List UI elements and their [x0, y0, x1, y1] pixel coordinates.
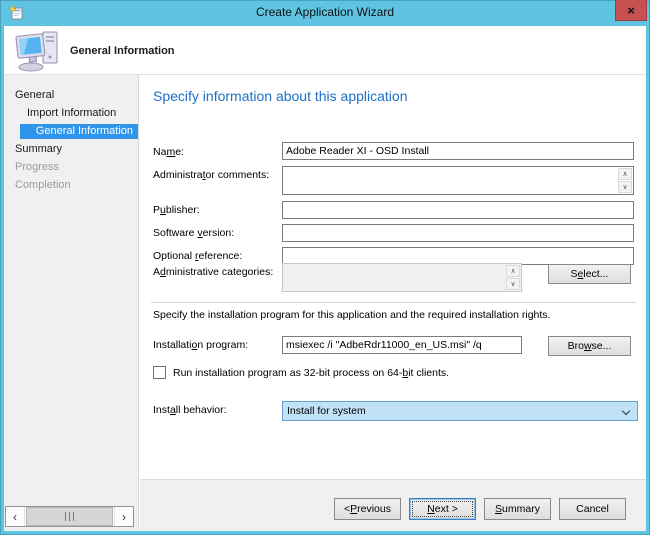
summary-button[interactable]: Summary	[484, 498, 551, 520]
publisher-label: Publisher:	[153, 204, 200, 216]
wizard-content: Specify information about this applicati…	[140, 75, 646, 479]
scroll-down-icon[interactable]: ∨	[618, 181, 632, 193]
scrollbar-grip-icon	[65, 512, 75, 521]
installation-section-text: Specify the installation program for thi…	[153, 309, 550, 321]
cancel-button[interactable]: Cancel	[559, 498, 626, 520]
browse-button[interactable]: Browse...	[548, 336, 631, 356]
install-behavior-value: Install for system	[287, 405, 366, 417]
wizard-steps-sidebar: General Import Information General Infor…	[4, 75, 139, 531]
software-version-input[interactable]	[282, 224, 634, 242]
sidebar-item-general-information[interactable]: General Information	[20, 124, 138, 139]
wizard-client-area: General Information General Import Infor…	[4, 26, 646, 531]
scroll-up-icon[interactable]: ∧	[506, 265, 520, 277]
close-button[interactable]: ×	[615, 0, 647, 21]
wizard-footer: < Previous Next > Summary Cancel	[140, 479, 646, 531]
name-input[interactable]	[282, 142, 634, 160]
sidebar-item-completion: Completion	[4, 178, 138, 193]
sidebar-horizontal-scrollbar[interactable]: ‹ ›	[5, 506, 134, 527]
scroll-left-icon[interactable]: ‹	[6, 507, 25, 526]
install-behavior-label: Install behavior:	[153, 404, 227, 416]
administrative-categories-textarea: ∧ ∨	[282, 263, 522, 292]
wizard-header: General Information	[4, 26, 646, 75]
scrollbar-thumb[interactable]	[26, 507, 113, 526]
scroll-up-icon[interactable]: ∧	[618, 168, 632, 180]
run-32bit-checkbox[interactable]	[153, 366, 166, 379]
next-button[interactable]: Next >	[409, 498, 476, 520]
installation-program-label: Installation program:	[153, 339, 248, 351]
titlebar: Create Application Wizard ×	[0, 0, 650, 26]
previous-button[interactable]: < Previous	[334, 498, 401, 520]
create-application-wizard-window: Create Application Wizard × General Info…	[0, 0, 650, 535]
run-32bit-label: Run installation program as 32-bit proce…	[173, 367, 449, 379]
install-behavior-dropdown[interactable]: Install for system	[282, 401, 638, 421]
name-label: Name:	[153, 146, 184, 158]
sidebar-item-general[interactable]: General	[4, 88, 138, 103]
installation-program-input[interactable]	[282, 336, 522, 354]
page-heading: Specify information about this applicati…	[153, 88, 407, 104]
section-divider	[151, 302, 636, 303]
wizard-page-title: General Information	[70, 45, 175, 57]
window-title: Create Application Wizard	[0, 5, 650, 19]
scroll-down-icon[interactable]: ∨	[506, 278, 520, 290]
chevron-down-icon	[622, 407, 630, 415]
sidebar-item-import-information[interactable]: Import Information	[4, 106, 138, 121]
software-version-label: Software version:	[153, 227, 234, 239]
sidebar-item-summary[interactable]: Summary	[4, 142, 138, 157]
select-categories-button[interactable]: Select...	[548, 264, 631, 284]
computer-icon	[15, 29, 63, 73]
administrator-comments-label: Administrator comments:	[153, 169, 269, 181]
optional-reference-label: Optional reference:	[153, 250, 242, 262]
sidebar-item-progress: Progress	[4, 160, 138, 175]
publisher-input[interactable]	[282, 201, 634, 219]
administrator-comments-textarea[interactable]: ∧ ∨	[282, 166, 634, 195]
scroll-right-icon[interactable]: ›	[114, 507, 133, 526]
administrative-categories-label: Administrative categories:	[153, 266, 273, 278]
close-icon: ×	[627, 4, 635, 17]
